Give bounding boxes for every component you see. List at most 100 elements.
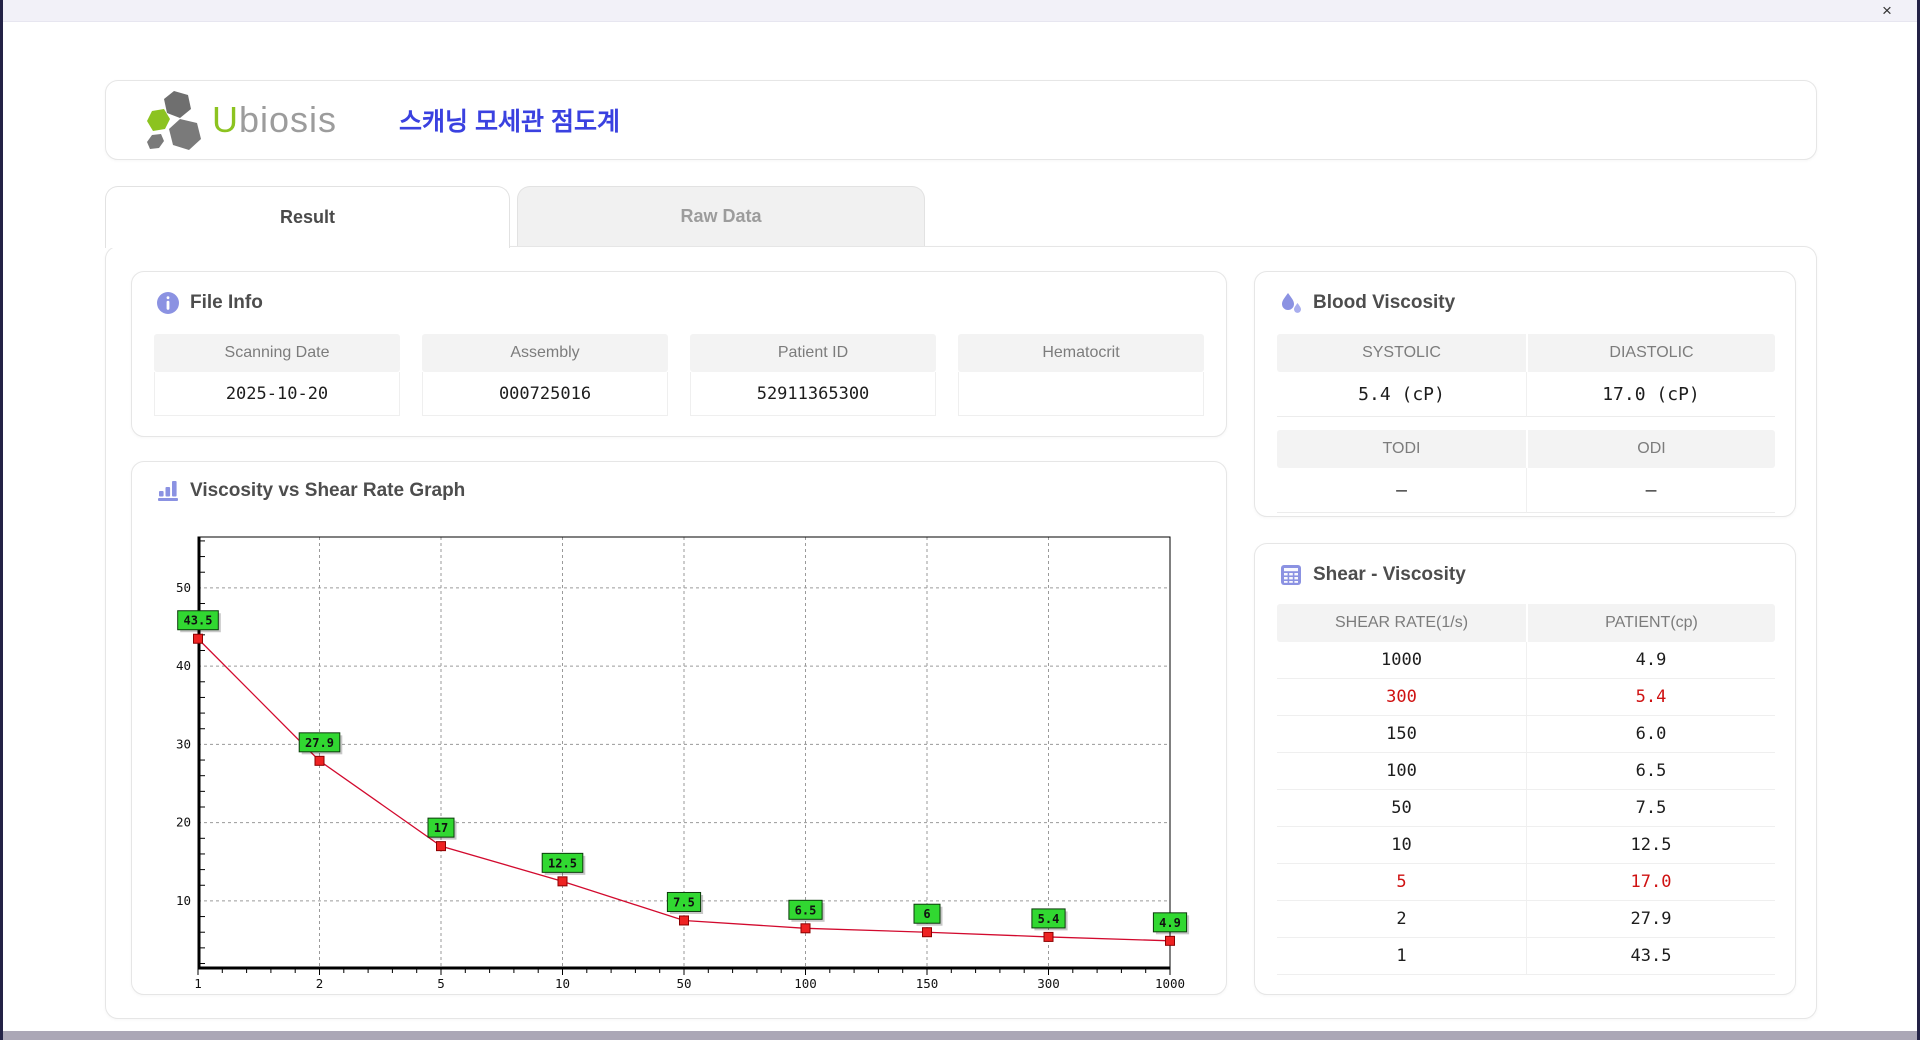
- shear-rate-cell: 50: [1277, 790, 1526, 827]
- table-row: 507.5: [1277, 790, 1775, 827]
- svg-text:43.5: 43.5: [184, 614, 213, 628]
- table-row: 1012.5: [1277, 827, 1775, 864]
- svg-text:150: 150: [916, 976, 939, 991]
- field-value: 000725016: [422, 372, 668, 416]
- table-row: 10004.9: [1277, 642, 1775, 679]
- close-icon[interactable]: ×: [1876, 1, 1898, 21]
- shear-rate-cell: 1: [1277, 938, 1526, 975]
- patient-cp-cell: 27.9: [1526, 901, 1775, 938]
- table-row: 143.5: [1277, 938, 1775, 975]
- svg-text:10: 10: [176, 893, 191, 908]
- field-value: 2025-10-20: [154, 372, 400, 416]
- tab-result[interactable]: Result: [105, 186, 510, 248]
- shear-rate-cell: 10: [1277, 827, 1526, 864]
- field-value: 52911365300: [690, 372, 936, 416]
- tab-raw-data[interactable]: Raw Data: [517, 186, 925, 246]
- bv-header-cell: ODI: [1526, 430, 1775, 468]
- file-info-field: Patient ID52911365300: [690, 334, 936, 416]
- bv-header-row: TODIODI: [1277, 430, 1775, 468]
- field-label: Scanning Date: [154, 334, 400, 372]
- graph-card: Viscosity vs Shear Rate Graph 1251050100…: [131, 461, 1227, 995]
- svg-text:17: 17: [434, 821, 448, 835]
- svg-text:12.5: 12.5: [548, 856, 577, 870]
- graph-title: Viscosity vs Shear Rate Graph: [190, 480, 465, 502]
- hexagon-logo-icon: [144, 88, 206, 152]
- svg-text:6: 6: [923, 907, 930, 921]
- brand-letter-u: U: [212, 99, 239, 140]
- patient-cp-cell: 43.5: [1526, 938, 1775, 975]
- svg-text:50: 50: [676, 976, 691, 991]
- bv-header-cell: TODI: [1277, 430, 1526, 468]
- shear-rate-cell: 5: [1277, 864, 1526, 901]
- window-titlebar: ×: [0, 0, 1920, 22]
- shear-viscosity-title: Shear - Viscosity: [1313, 564, 1466, 586]
- table-row: 3005.4: [1277, 679, 1775, 716]
- blood-viscosity-table: SYSTOLICDIASTOLIC5.4 (cP)17.0 (cP)TODIOD…: [1277, 334, 1775, 513]
- svg-text:27.9: 27.9: [305, 736, 334, 750]
- info-icon: [156, 291, 180, 315]
- patient-cp-cell: 4.9: [1526, 642, 1775, 679]
- blood-viscosity-card: Blood Viscosity SYSTOLICDIASTOLIC5.4 (cP…: [1254, 271, 1796, 517]
- svg-text:50: 50: [176, 580, 191, 595]
- shear-rate-cell: 150: [1277, 716, 1526, 753]
- brand-rest: biosis: [239, 99, 337, 140]
- bv-value-cell: 5.4 (cP): [1277, 372, 1526, 417]
- bv-value-cell: –: [1277, 468, 1526, 513]
- file-info-fields: Scanning Date2025-10-20 Assembly000725016…: [154, 334, 1206, 416]
- shear-rate-cell: 300: [1277, 679, 1526, 716]
- brand-name: Ubiosis: [212, 99, 337, 141]
- window-left-edge: [0, 0, 3, 1040]
- table-row: 517.0: [1277, 864, 1775, 901]
- svg-text:1: 1: [194, 976, 202, 991]
- svg-text:1000: 1000: [1155, 976, 1185, 991]
- field-value: [958, 372, 1204, 416]
- bv-header-cell: DIASTOLIC: [1526, 334, 1775, 372]
- patient-cp-cell: 6.5: [1526, 753, 1775, 790]
- svg-text:7.5: 7.5: [673, 895, 695, 909]
- svg-text:6.5: 6.5: [795, 903, 817, 917]
- header-card: Ubiosis 스캐닝 모세관 점도계: [105, 80, 1817, 160]
- bar-chart-icon: [156, 479, 180, 503]
- svg-text:30: 30: [176, 736, 191, 751]
- tab-bar: ResultRaw Data: [105, 186, 925, 247]
- table-grid-icon: [1279, 563, 1303, 587]
- shear-viscosity-card: Shear - Viscosity SHEAR RATE(1/s)PATIENT…: [1254, 543, 1796, 995]
- bv-value-cell: –: [1526, 468, 1775, 513]
- svg-text:5.4: 5.4: [1038, 912, 1060, 926]
- blood-viscosity-title: Blood Viscosity: [1313, 292, 1455, 314]
- file-info-title: File Info: [190, 292, 263, 314]
- bv-value-cell: 17.0 (cP): [1526, 372, 1775, 417]
- shear-rate-cell: 1000: [1277, 642, 1526, 679]
- patient-cp-cell: 12.5: [1526, 827, 1775, 864]
- table-row: 1006.5: [1277, 753, 1775, 790]
- patient-cp-cell: 7.5: [1526, 790, 1775, 827]
- patient-cp-cell: 6.0: [1526, 716, 1775, 753]
- app-title-korean: 스캐닝 모세관 점도계: [399, 102, 620, 138]
- file-info-card: File Info Scanning Date2025-10-20 Assembl…: [131, 271, 1227, 437]
- bv-value-row: ––: [1277, 468, 1775, 513]
- field-label: Assembly: [422, 334, 668, 372]
- field-label: Hematocrit: [958, 334, 1204, 372]
- bv-header-row: SYSTOLICDIASTOLIC: [1277, 334, 1775, 372]
- table-row: 1506.0: [1277, 716, 1775, 753]
- brand-logo: Ubiosis: [144, 88, 337, 152]
- svg-text:20: 20: [176, 815, 191, 830]
- viscosity-chart: 12510501001503001000102030405043.527.917…: [140, 522, 1220, 992]
- sv-header-row: SHEAR RATE(1/s)PATIENT(cp): [1277, 604, 1775, 642]
- droplets-icon: [1279, 291, 1303, 315]
- file-info-field: Assembly000725016: [422, 334, 668, 416]
- sv-header-cell: PATIENT(cp): [1526, 604, 1775, 642]
- result-panel: File Info Scanning Date2025-10-20 Assembl…: [105, 246, 1817, 1019]
- svg-text:40: 40: [176, 658, 191, 673]
- file-info-field: Hematocrit: [958, 334, 1204, 416]
- bv-header-cell: SYSTOLIC: [1277, 334, 1526, 372]
- svg-text:5: 5: [437, 976, 445, 991]
- shear-viscosity-table: SHEAR RATE(1/s)PATIENT(cp)10004.93005.41…: [1277, 604, 1775, 975]
- shear-rate-cell: 2: [1277, 901, 1526, 938]
- table-row: 227.9: [1277, 901, 1775, 938]
- window-bottom-bar: [0, 1031, 1920, 1040]
- shear-rate-cell: 100: [1277, 753, 1526, 790]
- sv-header-cell: SHEAR RATE(1/s): [1277, 604, 1526, 642]
- svg-text:10: 10: [555, 976, 570, 991]
- patient-cp-cell: 5.4: [1526, 679, 1775, 716]
